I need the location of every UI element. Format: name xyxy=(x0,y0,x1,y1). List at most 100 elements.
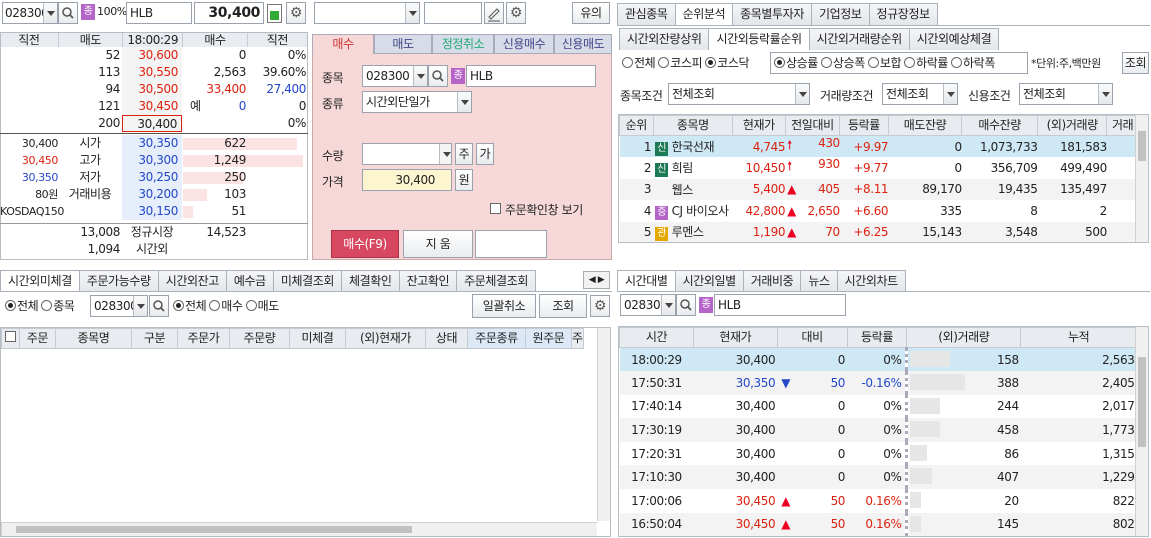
filter-radio-0[interactable]: 전체 xyxy=(5,299,39,313)
cond2-select[interactable]: 전체조회 xyxy=(882,83,958,105)
clear-button[interactable]: 지 움 xyxy=(403,230,473,258)
qty-max-button[interactable]: 가 xyxy=(476,143,494,165)
chevron-down-icon[interactable] xyxy=(413,66,427,86)
order-type-select[interactable]: 시간외단일가 xyxy=(362,91,472,113)
won-button[interactable]: 원 xyxy=(455,169,473,191)
chevron-down-icon[interactable] xyxy=(457,92,471,112)
password-input[interactable] xyxy=(424,2,482,24)
vertical-scrollbar[interactable] xyxy=(597,328,610,521)
search-icon[interactable] xyxy=(58,2,78,24)
market-radio-0[interactable]: 전체 xyxy=(622,56,656,70)
order-tab-4[interactable]: 신용매도 xyxy=(554,34,612,54)
account-select[interactable] xyxy=(314,2,420,24)
rank-row[interactable]: 3 웹스 5,400 ▲ 405 +8.11 89,170 19,435 135,… xyxy=(619,178,1139,200)
chevron-down-icon[interactable] xyxy=(795,84,809,104)
rank-row[interactable]: 1 신 한국선재 4,745 🠕 430 +9.97 0 1,073,733 18… xyxy=(619,135,1139,157)
cond3-select[interactable]: 전체조회 xyxy=(1019,83,1113,105)
time-row[interactable]: 17:50:31 30,350 ▼ 50 -0.16% 388 2,405 xyxy=(619,371,1137,395)
order-tab-3[interactable]: 신용매수 xyxy=(494,34,554,54)
bulk-cancel-button[interactable]: 일괄취소 xyxy=(472,294,536,318)
order-tab-2[interactable]: 정정취소 xyxy=(432,34,494,54)
chevron-down-icon[interactable] xyxy=(405,3,419,23)
tab-unfilled-7[interactable]: 주문체결조회 xyxy=(456,270,536,292)
side-radio-1[interactable]: 매수 xyxy=(209,299,243,313)
time-row[interactable]: 18:00:29 30,400 0 0% 158 2,563 xyxy=(619,347,1137,372)
tab-time-2[interactable]: 거래비중 xyxy=(742,270,802,292)
sort-radio-2[interactable]: 보합 xyxy=(867,56,902,70)
sort-radio-1[interactable]: 상승폭 xyxy=(820,56,865,70)
settings-gear-icon[interactable]: ⚙ xyxy=(590,295,610,317)
tab-unfilled-2[interactable]: 시간외잔고 xyxy=(157,270,227,292)
chevron-down-icon[interactable] xyxy=(661,295,675,315)
side-radio-0[interactable]: 전체 xyxy=(173,299,207,313)
tab-unfilled-5[interactable]: 체결확인 xyxy=(341,270,400,292)
tab-time-3[interactable]: 뉴스 xyxy=(800,270,838,292)
rank-row[interactable]: 2 신 희림 10,450 🠕 930 +9.77 0 356,709 499,4… xyxy=(619,157,1139,179)
search-icon[interactable] xyxy=(428,65,448,87)
time-row[interactable]: 17:20:31 30,400 0 0% 86 1,315 xyxy=(619,441,1137,466)
sort-radio-0[interactable]: 상승률 xyxy=(774,56,818,70)
stepper-icon[interactable] xyxy=(439,144,451,164)
edit-icon[interactable] xyxy=(484,2,504,24)
search-icon[interactable] xyxy=(676,294,696,316)
tab-sub-3[interactable]: 시간외예상체결 xyxy=(908,28,1000,50)
chevron-down-icon[interactable] xyxy=(1098,84,1112,104)
search-button[interactable]: 조회 xyxy=(539,294,587,318)
order-tab-0[interactable]: 매수 xyxy=(312,34,374,54)
tab-unfilled-3[interactable]: 예수금 xyxy=(225,270,274,292)
tab-main-4[interactable]: 정규장정보 xyxy=(868,3,938,25)
tab-sub-1[interactable]: 시간외등락률순위 xyxy=(708,28,810,50)
sort-radio-4[interactable]: 하락폭 xyxy=(951,56,995,70)
order-code-input[interactable]: 028300 xyxy=(362,65,428,87)
tab-time-0[interactable]: 시간대별 xyxy=(617,270,676,292)
bl-code-input[interactable]: 028300 xyxy=(90,295,148,317)
cond1-select[interactable]: 전체조회 xyxy=(668,83,810,105)
tab-main-2[interactable]: 종목별투자자 xyxy=(732,3,812,25)
left-code-input[interactable]: 028300 xyxy=(2,2,58,24)
tab-unfilled-0[interactable]: 시간외미체결 xyxy=(0,270,80,292)
tab-main-1[interactable]: 순위분석 xyxy=(674,3,734,25)
sort-radio-3[interactable]: 하락률 xyxy=(904,56,948,70)
buy-submit-button[interactable]: 매수(F9) xyxy=(331,230,399,258)
filter-radio-1[interactable]: 종목 xyxy=(41,299,75,313)
br-code-input[interactable]: 028300 xyxy=(620,294,676,316)
market-radio-1[interactable]: 코스피 xyxy=(658,56,703,70)
horizontal-scrollbar[interactable] xyxy=(1,522,597,536)
warning-button[interactable]: 유의 xyxy=(572,2,610,24)
tab-main-3[interactable]: 기업정보 xyxy=(810,3,870,25)
price-input[interactable]: 30,400 xyxy=(362,169,452,191)
settings-gear-icon[interactable]: ⚙ xyxy=(506,2,526,24)
time-row[interactable]: 16:50:04 30,450 ▲ 50 0.16% 145 802 xyxy=(619,512,1137,536)
tab-scroll-arrows-icon[interactable]: ◀ ▶ xyxy=(583,271,610,289)
time-row[interactable]: 17:10:30 30,400 0 0% 407 1,229 xyxy=(619,465,1137,490)
tab-unfilled-6[interactable]: 잔고확인 xyxy=(398,270,458,292)
search-icon[interactable] xyxy=(149,295,169,317)
rank-row[interactable]: 5 관 루멘스 1,190 ▲ 70 +6.25 15,143 3,548 500 xyxy=(619,221,1139,242)
order-tab-1[interactable]: 매도 xyxy=(374,34,432,54)
qty-share-button[interactable]: 주 xyxy=(455,143,473,165)
time-row[interactable]: 17:30:19 30,400 0 0% 458 1,773 xyxy=(619,418,1137,442)
select-all-checkbox[interactable] xyxy=(5,331,16,342)
time-row[interactable]: 17:40:14 30,400 0 0% 244 2,017 xyxy=(619,394,1137,419)
time-row[interactable]: 17:00:06 30,450 ▲ 50 0.16% 20 822 xyxy=(619,489,1137,513)
qty-input[interactable] xyxy=(362,143,452,165)
tab-unfilled-1[interactable]: 주문가능수량 xyxy=(78,270,159,292)
tab-time-4[interactable]: 시간외차트 xyxy=(836,270,906,292)
chevron-down-icon[interactable] xyxy=(43,3,57,23)
settings-gear-icon[interactable]: ⚙ xyxy=(286,2,306,24)
tab-time-1[interactable]: 시간외일별 xyxy=(674,270,744,292)
time-rate: 0.16% xyxy=(847,489,909,513)
side-radio-2[interactable]: 매도 xyxy=(245,299,279,313)
tab-sub-2[interactable]: 시간외거래량순위 xyxy=(808,28,910,50)
tab-main-0[interactable]: 관심종목 xyxy=(617,3,676,25)
time-scrollbar[interactable] xyxy=(1135,327,1148,536)
tab-unfilled-4[interactable]: 미체결조회 xyxy=(272,270,343,292)
market-radio-2[interactable]: 코스닥 xyxy=(705,56,750,70)
search-button[interactable]: 조회 xyxy=(1122,52,1149,74)
chevron-down-icon[interactable] xyxy=(133,296,147,316)
tab-sub-0[interactable]: 시간외잔량상위 xyxy=(619,28,710,50)
ranking-scrollbar[interactable] xyxy=(1135,115,1148,242)
rank-row[interactable]: 4 증 CJ 바이오사 42,800 ▲ 2,650 +6.60 335 8 2 xyxy=(619,200,1139,222)
confirm-checkbox[interactable] xyxy=(490,203,501,214)
chevron-down-icon[interactable] xyxy=(943,84,957,104)
